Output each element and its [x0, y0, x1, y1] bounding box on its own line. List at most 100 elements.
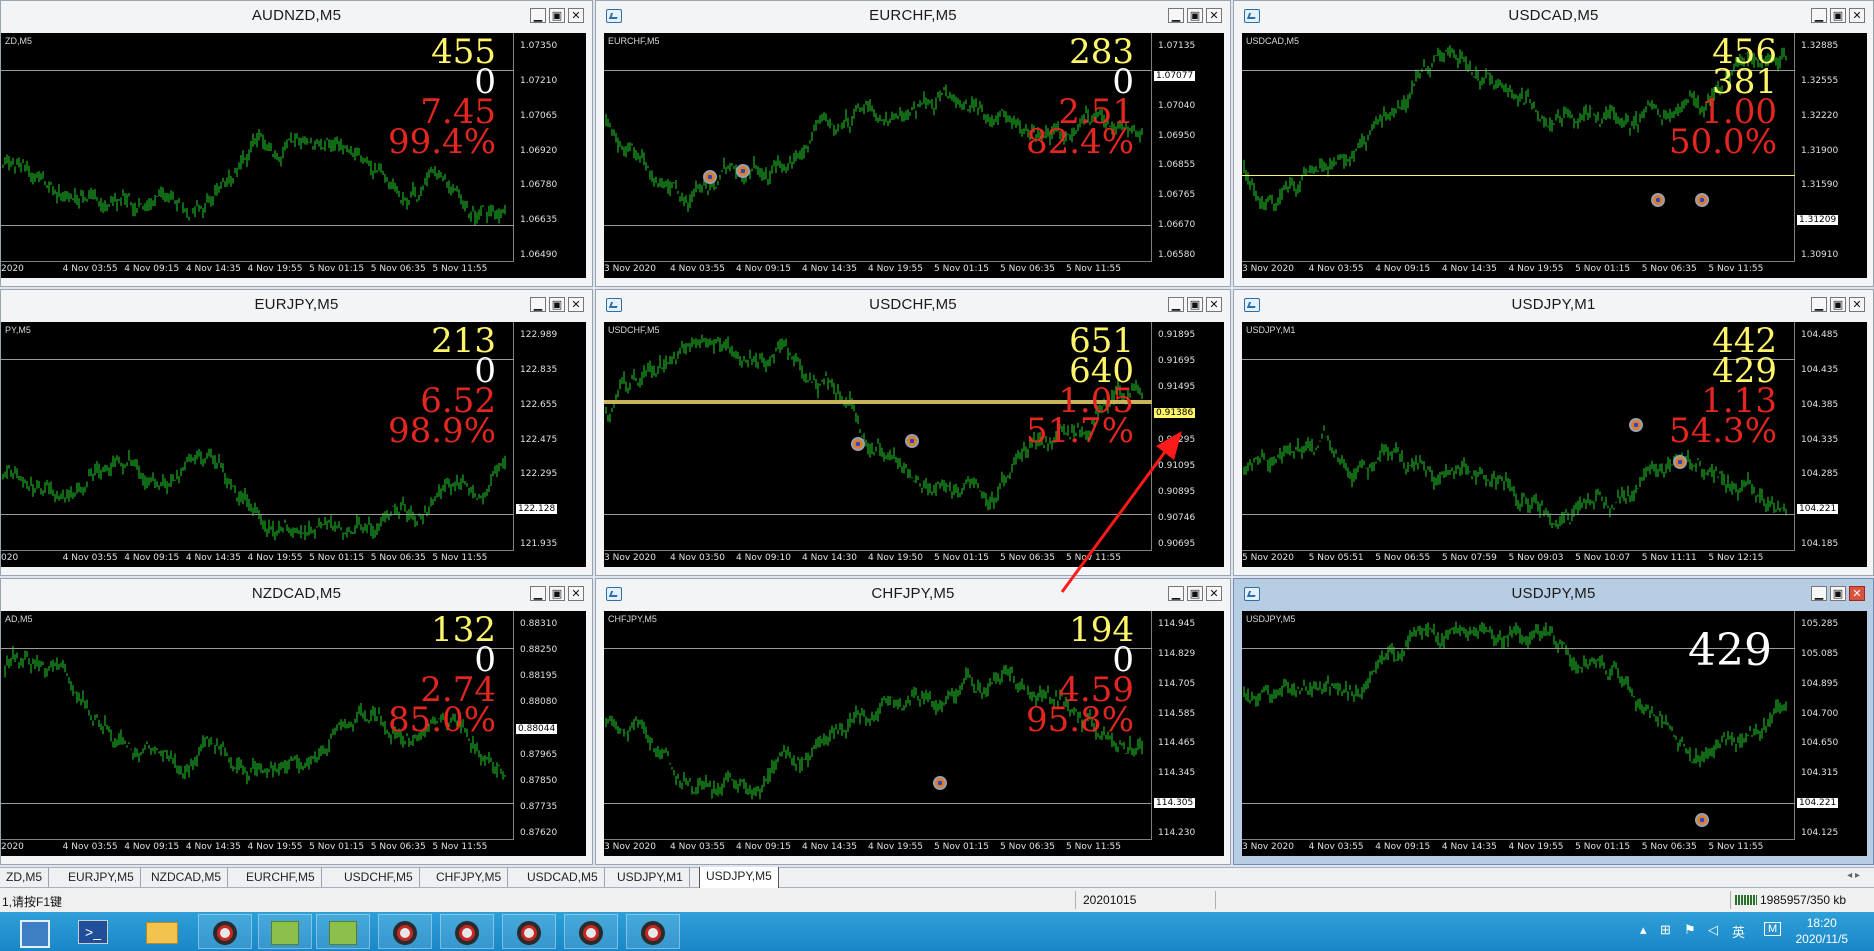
- price-scale[interactable]: 1.07350 1.07210 1.07065 1.06920 1.06780 1.066…: [513, 33, 586, 262]
- price-chart[interactable]: CHFJPY,M5 114.945 114.829 114.705 114.585 114…: [604, 611, 1224, 856]
- close-button[interactable]: ✕: [568, 8, 584, 23]
- window-titlebar[interactable]: CHFJPY,M5 ▁ ▣ ✕: [596, 579, 1230, 609]
- price-scale[interactable]: 1.32885 1.32555 1.32220 1.31900 1.31590 1.312…: [1794, 33, 1867, 262]
- chart-window[interactable]: NZDCAD,M5 ▁ ▣ ✕ AD,M5 0.88310 0.88250 0.88195 0.…: [0, 578, 593, 865]
- price-chart[interactable]: USDJPY,M1 104.485 104.435 104.385 104.335 104…: [1242, 322, 1867, 567]
- level-line[interactable]: [1, 514, 514, 516]
- minimize-button[interactable]: ▁: [1168, 8, 1184, 23]
- mt4-terminal-icon[interactable]: [198, 914, 252, 949]
- price-chart[interactable]: EURCHF,M5 1.07135 1.07077 1.07040 1.06950 1.0…: [604, 33, 1224, 278]
- level-line[interactable]: [604, 225, 1152, 227]
- maximize-button[interactable]: ▣: [549, 8, 565, 23]
- time-scale[interactable]: 020 4 Nov 03:55 4 Nov 09:15 4 Nov 14:35 4 No…: [1, 550, 514, 567]
- chart-tab[interactable]: ZD,M5: [0, 868, 49, 887]
- close-button[interactable]: ✕: [1206, 8, 1222, 23]
- price-scale[interactable]: 114.945 114.829 114.705 114.585 114.465 114.3…: [1151, 611, 1224, 840]
- time-scale[interactable]: 5 Nov 2020 5 Nov 05:51 5 Nov 06:55 5 Nov 07…: [1242, 550, 1795, 567]
- trade-marker-icon[interactable]: [1695, 812, 1710, 827]
- minimize-button[interactable]: ▁: [530, 586, 546, 601]
- maximize-button[interactable]: ▣: [1830, 8, 1846, 23]
- price-scale[interactable]: 0.91895 0.91695 0.91495 0.91386 0.91295 0.910…: [1151, 322, 1224, 551]
- chart-tab[interactable]: EURJPY,M5: [62, 868, 141, 887]
- chart-tab[interactable]: USDJPY,M1: [611, 868, 690, 887]
- chart-window[interactable]: AUDNZD,M5 ▁ ▣ ✕ ZD,M5 1.07350 1.07210 1.07065 1.…: [0, 0, 593, 287]
- time-scale[interactable]: 2020 4 Nov 03:55 4 Nov 09:15 4 Nov 14:35 4 N…: [1, 839, 514, 856]
- minimize-button[interactable]: ▁: [1811, 586, 1827, 601]
- chart-tab[interactable]: USDCHF,M5: [338, 868, 420, 887]
- level-line[interactable]: [604, 514, 1152, 516]
- price-chart[interactable]: ZD,M5 1.07350 1.07210 1.07065 1.06920 1.06780…: [1, 33, 586, 278]
- level-line[interactable]: [1242, 514, 1795, 516]
- window-titlebar[interactable]: AUDNZD,M5 ▁ ▣ ✕: [1, 1, 592, 31]
- price-scale[interactable]: 0.88310 0.88250 0.88195 0.88080 0.88044 0.879…: [513, 611, 586, 840]
- price-chart[interactable]: USDJPY,M5 105.285 105.085 104.895 104.700 104…: [1242, 611, 1867, 856]
- chart-window[interactable]: USDCAD,M5 ▁ ▣ ✕ USDCAD,M5 1.32885 1.32555 1.322…: [1233, 0, 1874, 287]
- window-titlebar[interactable]: EURCHF,M5 ▁ ▣ ✕: [596, 1, 1230, 31]
- level-line[interactable]: [1242, 174, 1795, 176]
- chart-tab[interactable]: USDJPY,M5: [699, 867, 779, 889]
- maximize-button[interactable]: ▣: [549, 297, 565, 312]
- chart-tab[interactable]: NZDCAD,M5: [145, 868, 229, 887]
- close-button[interactable]: ✕: [1206, 586, 1222, 601]
- ime-indicator[interactable]: 英: [1732, 922, 1745, 941]
- close-button[interactable]: ✕: [568, 297, 584, 312]
- time-scale[interactable]: 2020 4 Nov 03:55 4 Nov 09:15 4 Nov 14:35 4 N…: [1, 261, 514, 278]
- level-line[interactable]: [604, 803, 1152, 805]
- chart-window[interactable]: USDCHF,M5 ▁ ▣ ✕ USDCHF,M5 0.91895 0.91695 0.914…: [595, 289, 1231, 576]
- app-users-icon[interactable]: [316, 914, 370, 949]
- file-explorer-icon[interactable]: [140, 914, 184, 949]
- tray-flag-icon[interactable]: ⚑: [1684, 922, 1696, 938]
- time-scale[interactable]: 3 Nov 2020 4 Nov 03:55 4 Nov 09:15 4 Nov 14…: [1242, 839, 1795, 856]
- tray-volume-icon[interactable]: ◁: [1708, 922, 1718, 938]
- chart-window[interactable]: USDJPY,M1 ▁ ▣ ✕ USDJPY,M1 104.485 104.435 104.3…: [1233, 289, 1874, 576]
- window-titlebar[interactable]: EURJPY,M5 ▁ ▣ ✕: [1, 290, 592, 320]
- maximize-button[interactable]: ▣: [1187, 586, 1203, 601]
- tray-network-icon[interactable]: ⊞: [1660, 922, 1671, 938]
- price-scale[interactable]: 104.485 104.435 104.385 104.335 104.285 104.2…: [1794, 322, 1867, 551]
- maximize-button[interactable]: ▣: [1830, 586, 1846, 601]
- maximize-button[interactable]: ▣: [1187, 8, 1203, 23]
- time-scale[interactable]: 3 Nov 2020 4 Nov 03:55 4 Nov 09:15 4 Nov 14…: [1242, 261, 1795, 278]
- close-button[interactable]: ✕: [1849, 586, 1865, 601]
- ime-mode-indicator[interactable]: M: [1764, 922, 1782, 936]
- window-titlebar[interactable]: USDCHF,M5 ▁ ▣ ✕: [596, 290, 1230, 320]
- chart-tab[interactable]: CHFJPY,M5: [430, 868, 509, 887]
- mt4-terminal-icon[interactable]: [440, 914, 494, 949]
- price-chart[interactable]: USDCAD,M5 1.32885 1.32555 1.32220 1.31900 1.3…: [1242, 33, 1867, 278]
- mt4-terminal-icon[interactable]: [502, 914, 556, 949]
- taskbar-clock[interactable]: 18:20 2020/11/5: [1796, 915, 1849, 947]
- price-scale[interactable]: 122.989 122.835 122.655 122.475 122.295 122.1…: [513, 322, 586, 551]
- chart-tab[interactable]: EURCHF,M5: [240, 868, 322, 887]
- time-scale[interactable]: 3 Nov 2020 4 Nov 03:55 4 Nov 09:15 4 Nov 14…: [604, 261, 1152, 278]
- price-chart[interactable]: PY,M5 122.989 122.835 122.655 122.475 122.295…: [1, 322, 586, 567]
- maximize-button[interactable]: ▣: [549, 586, 565, 601]
- minimize-button[interactable]: ▁: [1168, 586, 1184, 601]
- minimize-button[interactable]: ▁: [1811, 297, 1827, 312]
- powershell-icon[interactable]: >_: [72, 914, 116, 949]
- mt4-terminal-icon[interactable]: [626, 914, 680, 949]
- chart-window[interactable]: EURCHF,M5 ▁ ▣ ✕ EURCHF,M5 1.07135 1.07077 1.070…: [595, 0, 1231, 287]
- maximize-button[interactable]: ▣: [1187, 297, 1203, 312]
- price-scale[interactable]: 1.07135 1.07077 1.07040 1.06950 1.06855 1.067…: [1151, 33, 1224, 262]
- trade-marker-icon[interactable]: [735, 163, 750, 178]
- price-chart[interactable]: AD,M5 0.88310 0.88250 0.88195 0.88080 0.88044…: [1, 611, 586, 856]
- chart-window[interactable]: EURJPY,M5 ▁ ▣ ✕ PY,M5 122.989 122.835 122.655 12…: [0, 289, 593, 576]
- close-button[interactable]: ✕: [1849, 297, 1865, 312]
- app-users-icon[interactable]: [258, 914, 312, 949]
- minimize-button[interactable]: ▁: [530, 8, 546, 23]
- time-scale[interactable]: 3 Nov 2020 4 Nov 03:55 4 Nov 09:15 4 Nov 14…: [604, 839, 1152, 856]
- chart-tab[interactable]: USDCAD,M5: [521, 868, 605, 887]
- price-chart[interactable]: USDCHF,M5 0.91895 0.91695 0.91495 0.91386 0.9…: [604, 322, 1224, 567]
- tray-expand-icon[interactable]: ▴: [1640, 922, 1647, 938]
- level-line[interactable]: [1, 225, 514, 227]
- mt4-terminal-icon[interactable]: [564, 914, 618, 949]
- trade-marker-icon[interactable]: [702, 170, 717, 185]
- chart-window[interactable]: CHFJPY,M5 ▁ ▣ ✕ CHFJPY,M5 114.945 114.829 114.7…: [595, 578, 1231, 865]
- time-scale[interactable]: 3 Nov 2020 4 Nov 03:50 4 Nov 09:10 4 Nov 14…: [604, 550, 1152, 567]
- close-button[interactable]: ✕: [1206, 297, 1222, 312]
- level-line[interactable]: [1242, 803, 1795, 805]
- chart-window[interactable]: USDJPY,M5 ▁ ▣ ✕ USDJPY,M5 105.285 105.085 104.8…: [1233, 578, 1874, 865]
- minimize-button[interactable]: ▁: [530, 297, 546, 312]
- level-line[interactable]: [1, 803, 514, 805]
- mt4-terminal-icon[interactable]: [378, 914, 432, 949]
